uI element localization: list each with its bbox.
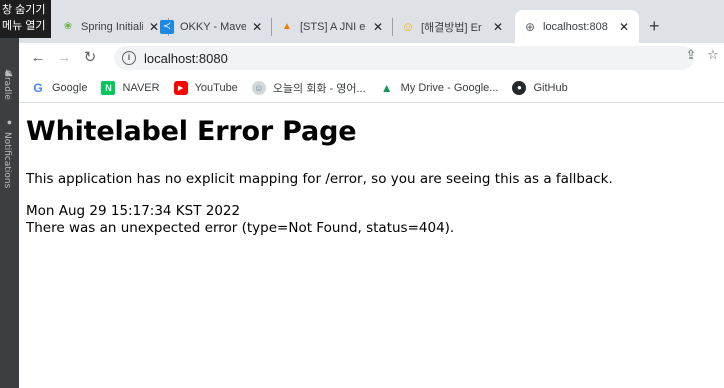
bookmarks-bar: G Google N NAVER ▶ YouTube ☺ 오늘의 회화 - 영어… <box>19 73 724 103</box>
spring-icon: ❀ <box>63 21 73 32</box>
bookmark-daily-conversation[interactable]: ☺ 오늘의 회화 - 영어... <box>251 80 366 96</box>
star-icon[interactable]: ☆ <box>702 47 724 63</box>
tab-solution[interactable]: ☺ [해결방법] Er ✕ <box>393 10 513 43</box>
tab-title: Spring Initiali <box>81 20 144 33</box>
globe-icon: ⊕ <box>524 19 536 34</box>
address-text[interactable]: localhost:8080 <box>144 51 228 66</box>
youtube-icon: ▶ <box>173 80 188 95</box>
error-message: This application has no explicit mapping… <box>26 171 613 187</box>
tooltip-line-hide: 창 숨기기 <box>2 4 46 16</box>
reload-icon[interactable]: ↻ <box>79 47 101 69</box>
info-icon[interactable]: i <box>122 51 136 65</box>
error-timestamp: Mon Aug 29 15:17:34 KST 2022 <box>26 203 241 219</box>
browser-window: ❀ Spring Initiali ✕ ≺ OKKY - Mave ✕ ▲ [S… <box>19 0 724 388</box>
bookmark-label: 오늘의 회화 - 영어... <box>272 82 366 95</box>
tab-okky[interactable]: ≺ OKKY - Mave ✕ <box>152 10 272 43</box>
tab-localhost[interactable]: ⊕ localhost:808 ✕ <box>515 10 639 43</box>
bookmark-github[interactable]: ● GitHub <box>512 80 568 95</box>
toolbar-right-icons: ⇪ ☆ <box>680 47 724 63</box>
bookmark-youtube[interactable]: ▶ YouTube <box>173 80 238 95</box>
naver-icon: N <box>101 80 116 95</box>
forward-arrow-icon[interactable]: → <box>53 47 75 69</box>
new-tab-plus-icon[interactable]: + <box>649 14 660 38</box>
error-details: Mon Aug 29 15:17:34 KST 2022 There was a… <box>26 203 724 237</box>
tab-title: localhost:808 <box>543 20 608 33</box>
avatar-icon: ☺ <box>251 80 266 95</box>
back-arrow-icon[interactable]: ← <box>27 47 49 69</box>
ide-side-strip: ◣ Gradle ● Notifications <box>0 0 19 388</box>
tab-sts-jni[interactable]: ▲ [STS] A JNI e ✕ <box>272 10 393 43</box>
flame-icon: ▲ <box>282 21 292 32</box>
smiley-icon: ☺ <box>401 19 415 34</box>
close-icon[interactable]: ✕ <box>617 20 631 34</box>
tab-title: [STS] A JNI e <box>300 20 366 33</box>
bookmark-my-drive[interactable]: ▲ My Drive - Google... <box>380 81 499 95</box>
bookmark-label: Google <box>52 81 88 94</box>
bookmark-google[interactable]: G Google <box>31 81 87 95</box>
okky-icon: ≺ <box>160 19 174 34</box>
bookmark-label: YouTube <box>194 81 238 94</box>
tab-title: OKKY - Mave <box>180 20 247 33</box>
close-icon[interactable]: ✕ <box>250 20 264 34</box>
drive-icon: ▲ <box>380 80 393 95</box>
bookmark-label: My Drive - Google... <box>400 81 499 94</box>
bookmark-label: NAVER <box>122 81 160 94</box>
tab-title: [해결방법] Er <box>421 21 482 34</box>
gradle-tab[interactable]: Gradle <box>2 70 12 100</box>
tooltip-line-menu: 메뉴 열기 <box>2 20 46 32</box>
github-icon: ● <box>512 80 527 95</box>
close-icon[interactable]: ✕ <box>371 20 385 34</box>
page-title: Whitelabel Error Page <box>26 116 357 147</box>
bookmark-label: GitHub <box>533 81 568 94</box>
error-status: There was an unexpected error (type=Not … <box>26 220 455 236</box>
notifications-bell-icon[interactable]: ● <box>4 118 15 127</box>
notifications-tab[interactable]: Notifications <box>2 132 12 188</box>
share-icon[interactable]: ⇪ <box>680 47 702 63</box>
page-content: Whitelabel Error Page This application h… <box>19 103 724 388</box>
browser-toolbar: ← → ↻ i localhost:8080 ⇪ ☆ <box>19 43 724 73</box>
bookmark-naver[interactable]: N NAVER <box>101 80 160 95</box>
close-icon[interactable]: ✕ <box>491 20 505 34</box>
tab-strip: ❀ Spring Initiali ✕ ≺ OKKY - Mave ✕ ▲ [S… <box>19 0 724 43</box>
ide-tooltip: 창 숨기기 메뉴 열기 <box>0 0 51 38</box>
google-icon: G <box>33 80 43 95</box>
address-bar[interactable]: i localhost:8080 <box>114 46 694 70</box>
